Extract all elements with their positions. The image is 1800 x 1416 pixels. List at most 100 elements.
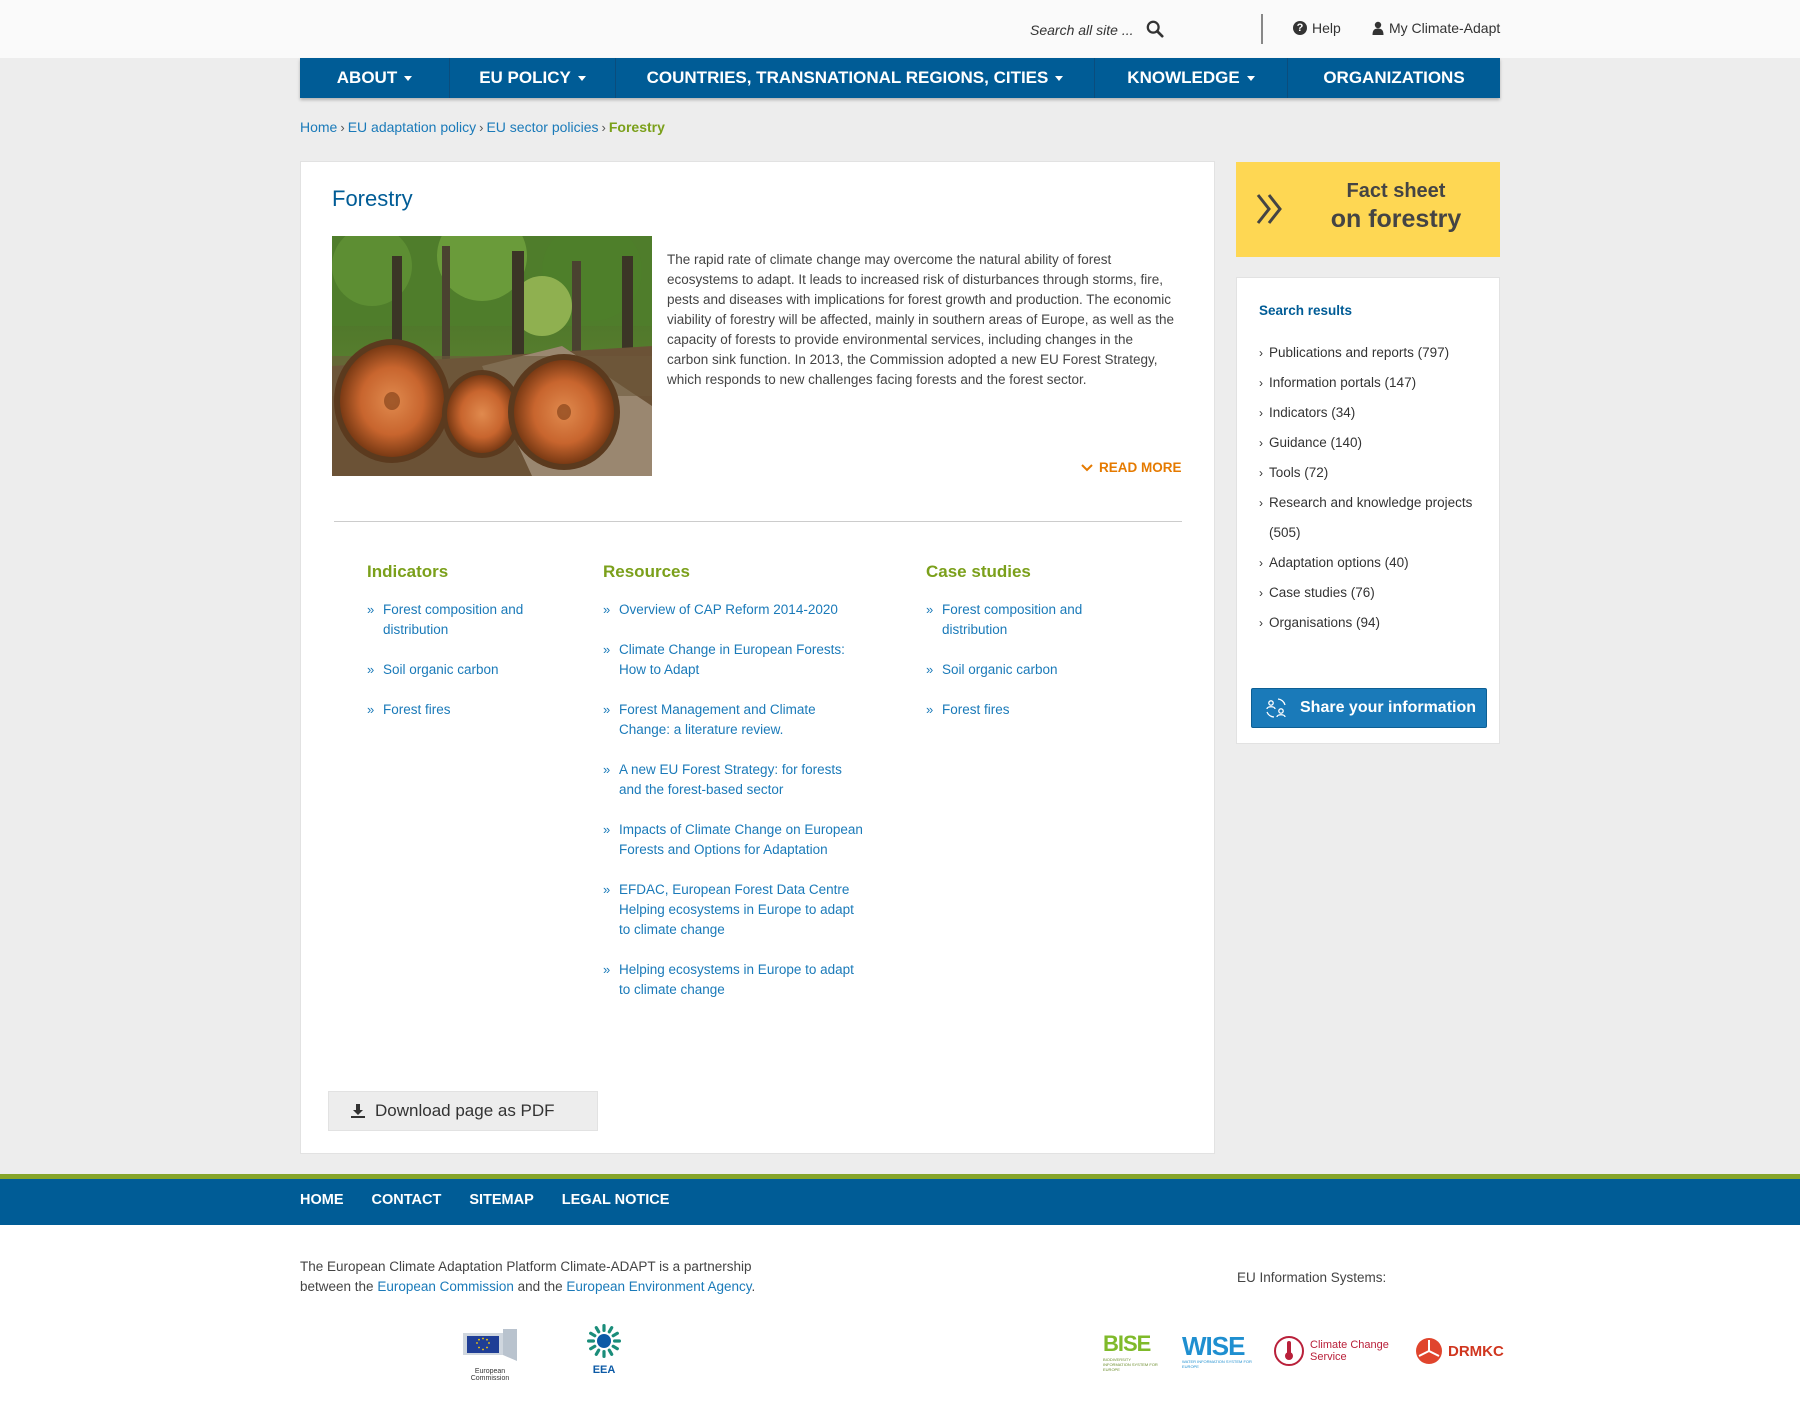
drmkc-emblem-icon	[1416, 1338, 1442, 1364]
factsheet-button[interactable]: Fact sheet on forestry	[1236, 162, 1500, 257]
footer-legal-notice-link[interactable]: LEGAL NOTICE	[562, 1192, 670, 1208]
bise-logo[interactable]: BISE BIODIVERSITY INFORMATION SYSTEM FOR…	[1103, 1331, 1159, 1372]
download-pdf-button[interactable]: Download page as PDF	[328, 1091, 598, 1131]
wise-logo[interactable]: WISE WATER INFORMATION SYSTEM FOR EUROPE	[1182, 1333, 1252, 1369]
search-icon[interactable]	[1146, 20, 1164, 38]
case-study-link[interactable]: » Forest composition and distribution	[926, 600, 1126, 640]
nav-knowledge-label: KNOWLEDGE	[1127, 68, 1240, 87]
share-information-label: Share your information	[1300, 699, 1477, 716]
read-more-button[interactable]: READ MORE	[1081, 460, 1182, 475]
resource-link[interactable]: » Impacts of Climate Change on European F…	[603, 820, 863, 860]
factsheet-text: Fact sheet on forestry	[1306, 180, 1486, 234]
search-result-link[interactable]: › Publications and reports (797)	[1259, 338, 1489, 368]
case-study-link[interactable]: » Forest fires	[926, 700, 1126, 720]
chevron-down-icon	[1081, 463, 1093, 471]
resource-link[interactable]: » Climate Change in European Forests: How…	[603, 640, 863, 680]
breadcrumb-current: Forestry	[608, 119, 665, 135]
nav-knowledge[interactable]: KNOWLEDGE	[1095, 58, 1288, 98]
breadcrumb-eu-sector-policies[interactable]: EU sector policies	[486, 119, 598, 135]
double-chevron-icon: »	[603, 602, 611, 617]
resource-link[interactable]: » Overview of CAP Reform 2014-2020	[603, 600, 863, 620]
footer-home-link[interactable]: HOME	[300, 1192, 344, 1208]
ec-logo-caption: European Commission	[470, 1368, 510, 1382]
top-bar: Search all site ... ? Help My Climate-Ad…	[0, 0, 1800, 58]
case-study-label: Forest composition and distribution	[942, 602, 1083, 637]
share-users-icon	[1266, 698, 1286, 718]
chevron-right-icon: ›	[1259, 466, 1263, 480]
caret-down-icon	[577, 75, 586, 81]
indicator-label: Soil organic carbon	[383, 662, 499, 677]
indicator-link[interactable]: » Soil organic carbon	[367, 660, 557, 680]
double-chevron-icon: »	[603, 822, 611, 837]
nav-organizations[interactable]: ORGANIZATIONS	[1288, 58, 1500, 98]
european-commission-link[interactable]: European Commission	[377, 1279, 514, 1294]
share-information-button[interactable]: Share your information	[1251, 688, 1487, 728]
case-study-link[interactable]: » Soil organic carbon	[926, 660, 1126, 680]
partner-text-part: .	[751, 1279, 756, 1294]
nav-about[interactable]: ABOUT	[300, 58, 450, 98]
search-result-link[interactable]: › Organisations (94)	[1259, 608, 1489, 638]
search-result-link[interactable]: › Adaptation options (40)	[1259, 548, 1489, 578]
european-commission-logo[interactable]: European Commission	[455, 1327, 525, 1382]
climate-change-service-logo[interactable]: Climate Change Service	[1272, 1333, 1392, 1369]
search-result-label: Indicators (34)	[1269, 405, 1356, 420]
double-chevron-icon: »	[926, 602, 934, 617]
indicators-title: Indicators	[367, 562, 449, 581]
breadcrumb-separator-icon: ›	[479, 119, 484, 135]
search-result-label: Information portals (147)	[1269, 375, 1417, 390]
top-divider	[1261, 14, 1263, 44]
search-result-link[interactable]: › Research and knowledge projects (505)	[1259, 488, 1489, 548]
drmkc-logo-text: DRMKC	[1448, 1342, 1504, 1360]
chevron-right-icon: ›	[1259, 376, 1263, 390]
search-result-label: Tools (72)	[1269, 465, 1329, 480]
help-label: Help	[1312, 20, 1341, 36]
footer-sitemap-link[interactable]: SITEMAP	[469, 1192, 533, 1208]
ccs-text: Climate Change Service	[1310, 1339, 1389, 1363]
resource-link[interactable]: » Forest Management and Climate Change: a…	[603, 700, 863, 740]
eea-logo-text: EEA	[592, 1364, 616, 1376]
search-result-link[interactable]: › Case studies (76)	[1259, 578, 1489, 608]
section-divider	[334, 521, 1182, 522]
resource-link[interactable]: » EFDAC, European Forest Data Centre Help…	[603, 880, 863, 940]
search-result-label: Organisations (94)	[1269, 615, 1381, 630]
content-card: Forestry The rapid rate of climate chang…	[300, 161, 1215, 1154]
double-chevron-icon: »	[367, 602, 375, 617]
breadcrumb-separator-icon: ›	[340, 119, 345, 135]
double-chevron-icon: »	[367, 702, 375, 717]
question-icon: ?	[1293, 21, 1307, 35]
breadcrumb-home[interactable]: Home	[300, 119, 337, 135]
double-chevron-icon: »	[603, 882, 611, 897]
footer-contact-link[interactable]: CONTACT	[372, 1192, 442, 1208]
eu-information-systems-label: EU Information Systems:	[1237, 1270, 1387, 1285]
eea-logo[interactable]: EEA	[578, 1323, 630, 1376]
thermometer-icon	[1274, 1336, 1304, 1366]
bise-caption: BIODIVERSITY INFORMATION SYSTEM FOR EURO…	[1103, 1357, 1158, 1372]
nav-eu-policy[interactable]: EU POLICY	[450, 58, 616, 98]
intro-text: The rapid rate of climate change may ove…	[667, 252, 1175, 387]
breadcrumb-eu-adaptation-policy[interactable]: EU adaptation policy	[348, 119, 476, 135]
eea-link[interactable]: European Environment Agency	[566, 1279, 751, 1294]
search-result-link[interactable]: › Guidance (140)	[1259, 428, 1489, 458]
main-nav: ABOUT EU POLICY COUNTRIES, TRANSNATIONAL…	[300, 58, 1500, 98]
resource-link[interactable]: » Helping ecosystems in Europe to adapt t…	[603, 960, 863, 1000]
indicator-link[interactable]: » Forest fires	[367, 700, 557, 720]
nav-countries-label: COUNTRIES, TRANSNATIONAL REGIONS, CITIES	[646, 68, 1049, 87]
ccs-line1: Climate Change	[1310, 1339, 1389, 1351]
search-result-link[interactable]: › Information portals (147)	[1259, 368, 1489, 398]
search-result-link[interactable]: › Indicators (34)	[1259, 398, 1489, 428]
site-search[interactable]: Search all site ...	[1030, 17, 1200, 43]
help-link[interactable]: ? Help	[1293, 20, 1341, 36]
chevron-right-icon: ›	[1259, 496, 1263, 510]
ccs-line2: Service	[1310, 1351, 1347, 1363]
resource-label: Impacts of Climate Change on European Fo…	[619, 822, 863, 857]
resource-link[interactable]: » A new EU Forest Strategy: for forests a…	[603, 760, 863, 800]
page-title: Forestry	[332, 186, 413, 211]
drmkc-logo[interactable]: DRMKC	[1414, 1335, 1504, 1367]
account-link[interactable]: My Climate-Adapt	[1372, 20, 1500, 36]
nav-countries[interactable]: COUNTRIES, TRANSNATIONAL REGIONS, CITIES	[616, 58, 1095, 98]
search-input[interactable]: Search all site ...	[1030, 22, 1134, 38]
search-result-link[interactable]: › Tools (72)	[1259, 458, 1489, 488]
chevron-right-icon: ›	[1259, 406, 1263, 420]
case-study-label: Forest fires	[942, 702, 1010, 717]
indicator-link[interactable]: » Forest composition and distribution	[367, 600, 557, 640]
